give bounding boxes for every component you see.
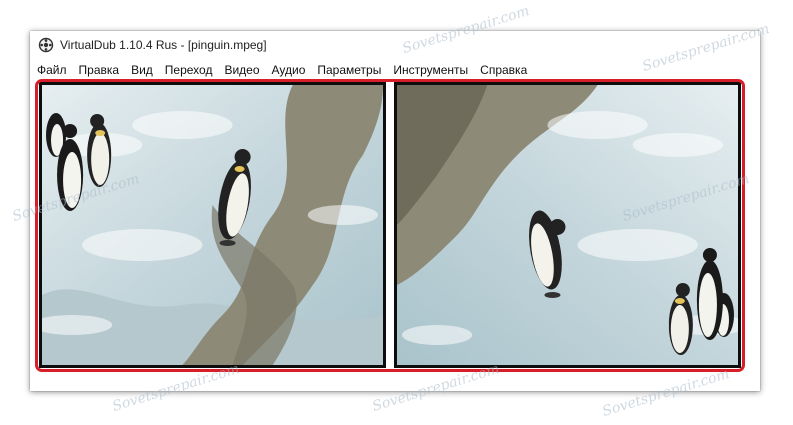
window-title: VirtualDub 1.10.4 Rus - [pinguin.mpeg]: [60, 38, 267, 52]
menu-options[interactable]: Параметры: [311, 63, 387, 77]
menu-edit[interactable]: Правка: [73, 63, 126, 77]
menu-view[interactable]: Вид: [125, 63, 159, 77]
menu-tools[interactable]: Инструменты: [387, 63, 474, 77]
menu-bar: Файл Правка Вид Переход Видео Аудио Пара…: [30, 62, 533, 78]
title-bar: VirtualDub 1.10.4 Rus - [pinguin.mpeg]: [30, 31, 760, 59]
menu-help[interactable]: Справка: [474, 63, 533, 77]
highlight-frame: [35, 79, 745, 372]
menu-audio[interactable]: Аудио: [266, 63, 312, 77]
menu-video[interactable]: Видео: [218, 63, 265, 77]
virtualdub-icon[interactable]: [38, 37, 54, 53]
menu-go[interactable]: Переход: [159, 63, 219, 77]
virtualdub-window: VirtualDub 1.10.4 Rus - [pinguin.mpeg] Ф…: [30, 31, 760, 391]
menu-file[interactable]: Файл: [30, 63, 73, 77]
